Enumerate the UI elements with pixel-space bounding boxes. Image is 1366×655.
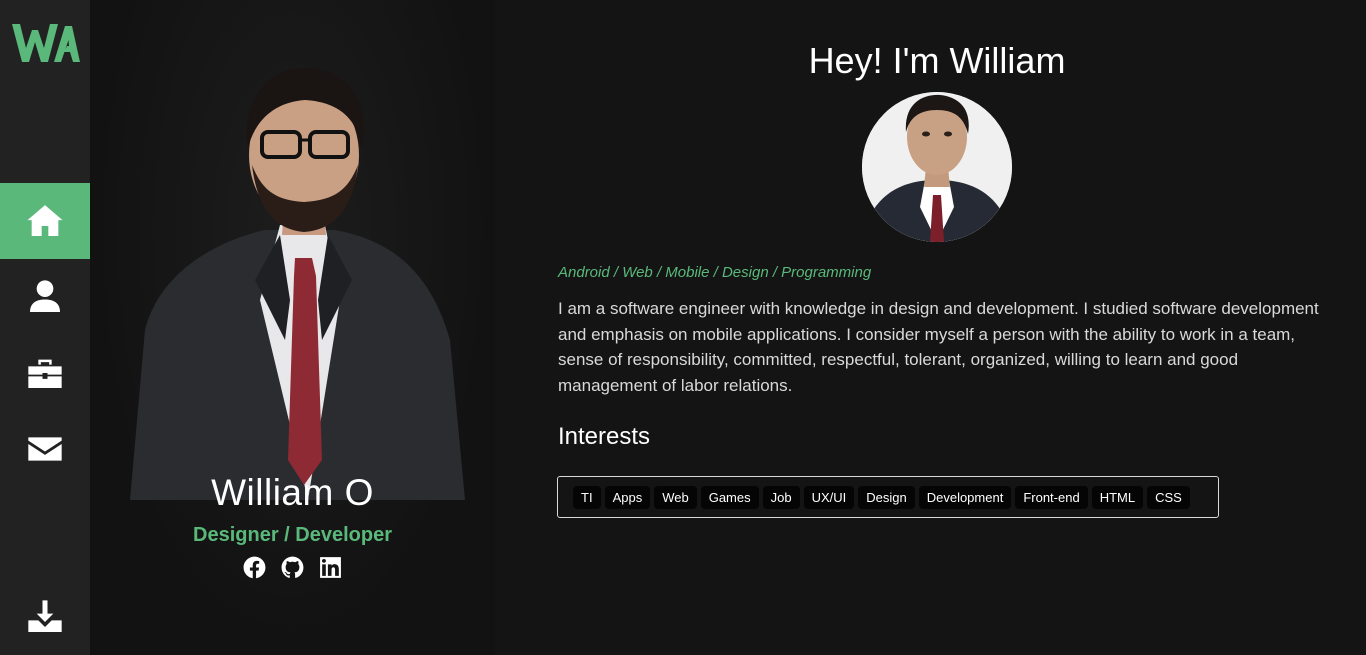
avatar <box>862 92 1012 242</box>
interest-chip: UX/UI <box>803 485 855 509</box>
avatar-photo <box>862 92 1012 242</box>
nav-work[interactable] <box>0 335 90 411</box>
interest-chip: Games <box>700 485 759 509</box>
interest-chip: TI <box>573 485 601 509</box>
logo-mark-icon <box>12 24 80 62</box>
skills-tagline: Android / Web / Mobile / Design / Progra… <box>558 264 872 281</box>
user-icon <box>30 280 60 312</box>
interests-list: TI Apps Web Games Job UX/UI Design Devel… <box>557 476 1219 518</box>
linkedin-icon <box>320 557 341 578</box>
profile-role: Designer / Developer <box>193 524 392 546</box>
interest-chip: Design <box>858 485 915 509</box>
social-links <box>90 555 495 580</box>
bio-paragraph: I am a software engineer with knowledge … <box>558 299 1319 395</box>
facebook-icon <box>243 556 266 579</box>
interests-heading: Interests <box>558 423 651 450</box>
logo[interactable] <box>10 18 80 68</box>
interest-chip: CSS <box>1147 485 1190 509</box>
sidebar <box>0 0 90 655</box>
interest-chip: Development <box>918 485 1012 509</box>
interest-chip: Apps <box>604 485 651 509</box>
main-content: Hey! I'm William Android / Web / Mobile … <box>495 0 1366 655</box>
nav-contact[interactable] <box>0 411 90 487</box>
portfolio-app: William O Designer / Developer Hey! I'm … <box>0 0 1366 655</box>
github-icon <box>281 556 304 578</box>
interest-chip: Job <box>762 485 800 509</box>
greeting-heading: Hey! I'm William <box>808 40 1066 81</box>
nav-home[interactable] <box>0 183 90 259</box>
briefcase-icon <box>28 359 62 388</box>
github-link[interactable] <box>280 555 305 580</box>
nav-about[interactable] <box>0 259 90 335</box>
download-icon <box>28 600 62 632</box>
download-button[interactable] <box>0 587 90 647</box>
interest-chip: HTML <box>1091 485 1144 509</box>
envelope-icon <box>28 437 62 461</box>
interest-chip: Front-end <box>1015 485 1088 509</box>
interest-chip: Web <box>654 485 697 509</box>
home-icon <box>27 205 63 236</box>
facebook-link[interactable] <box>242 555 267 580</box>
linkedin-link[interactable] <box>318 555 343 580</box>
profile-hero: William O Designer / Developer <box>90 0 495 655</box>
profile-photo <box>130 67 465 500</box>
profile-name: William O <box>211 472 374 513</box>
